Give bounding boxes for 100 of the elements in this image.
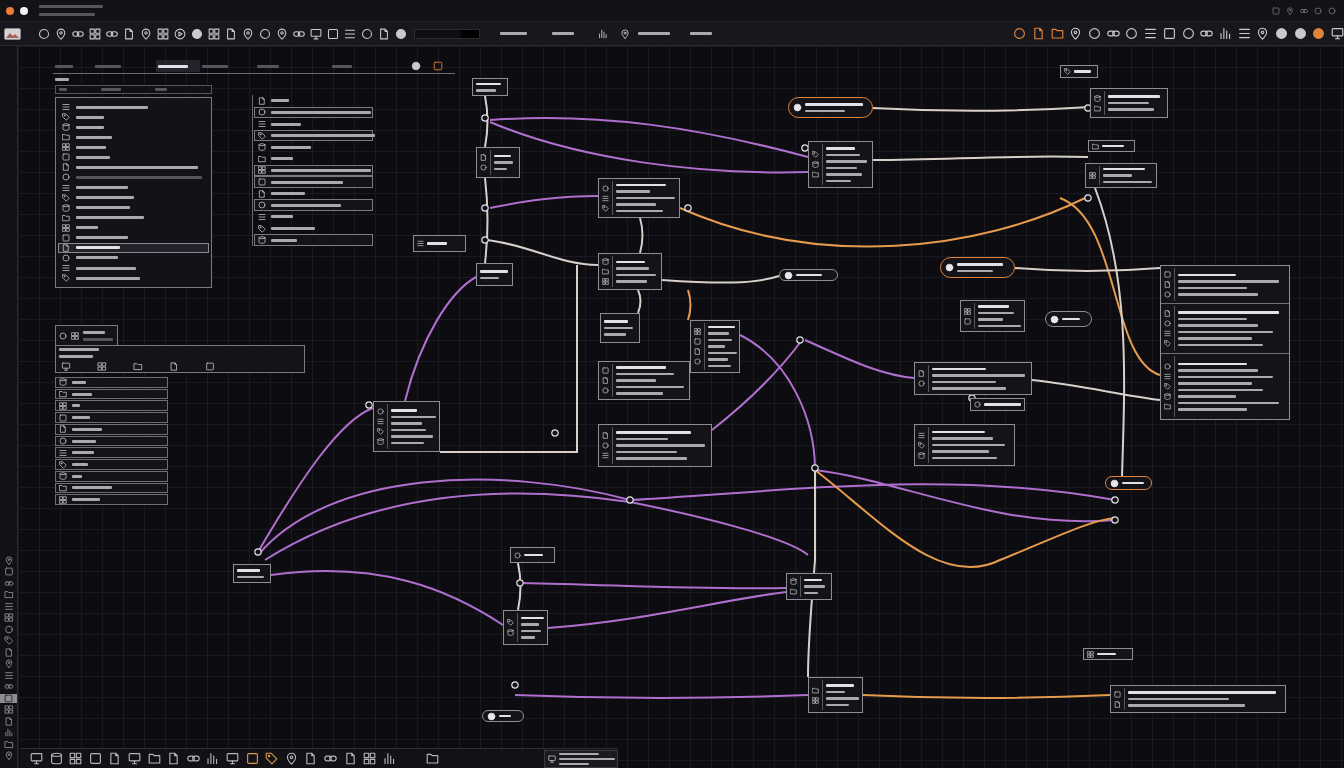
layer-row[interactable] <box>254 176 373 188</box>
dot-icon[interactable] <box>1274 27 1288 40</box>
port-icon[interactable] <box>511 681 519 689</box>
dot-icon[interactable] <box>1312 27 1326 40</box>
graph-node[interactable] <box>510 547 555 563</box>
graph-node[interactable] <box>1060 65 1098 78</box>
graph-node[interactable] <box>1105 476 1152 490</box>
graph-node[interactable] <box>476 147 520 178</box>
graph-node[interactable] <box>233 564 271 583</box>
list-icon[interactable] <box>3 670 14 680</box>
pin-icon[interactable] <box>1256 27 1270 40</box>
image-thumbnail-icon[interactable] <box>4 27 21 40</box>
square-icon[interactable] <box>0 693 17 703</box>
graph-node[interactable] <box>808 141 873 188</box>
port-icon[interactable] <box>1111 516 1119 524</box>
tag-icon[interactable] <box>3 636 14 645</box>
port-icon[interactable] <box>796 336 804 344</box>
grid-icon[interactable] <box>363 752 377 765</box>
link-icon[interactable] <box>1106 27 1120 40</box>
graph-node[interactable] <box>940 257 1015 278</box>
menu-button[interactable] <box>638 29 670 38</box>
square-icon[interactable] <box>245 752 259 765</box>
monitor-icon[interactable] <box>1331 27 1344 40</box>
grid-icon[interactable] <box>69 752 83 765</box>
graph-node[interactable] <box>914 362 1032 395</box>
circle-icon[interactable] <box>1088 27 1102 40</box>
graph-node[interactable] <box>600 313 640 343</box>
port-icon[interactable] <box>481 204 489 212</box>
port-icon[interactable] <box>811 464 819 472</box>
folder-icon[interactable] <box>1050 27 1064 40</box>
graph-node[interactable] <box>1160 265 1290 420</box>
asset-row[interactable] <box>55 447 168 459</box>
graph-node[interactable] <box>1090 88 1168 118</box>
window-control-icon[interactable] <box>20 6 28 15</box>
port-icon[interactable] <box>551 429 559 437</box>
circle-icon[interactable] <box>1181 27 1195 40</box>
pin-icon[interactable] <box>55 27 67 40</box>
bar-chart-icon[interactable] <box>1218 27 1232 40</box>
asset-row[interactable] <box>55 423 168 435</box>
folder-icon[interactable] <box>3 590 14 599</box>
port-icon[interactable] <box>516 579 524 587</box>
link-icon[interactable] <box>1200 27 1214 40</box>
menu-button[interactable] <box>552 29 574 38</box>
asset-row[interactable] <box>55 470 168 482</box>
menu-button[interactable] <box>500 29 527 38</box>
pin-icon[interactable] <box>620 28 630 39</box>
list-icon[interactable] <box>344 27 356 40</box>
monitor-icon[interactable] <box>225 752 239 765</box>
layer-row[interactable] <box>254 129 373 142</box>
monitor-icon[interactable] <box>59 361 73 371</box>
cylinder-icon[interactable] <box>49 752 63 765</box>
link-icon[interactable] <box>3 682 14 691</box>
square-icon[interactable] <box>88 752 102 765</box>
layer-row[interactable] <box>254 199 373 212</box>
document-icon[interactable] <box>3 716 14 726</box>
port-icon[interactable] <box>626 496 634 504</box>
graph-node[interactable] <box>690 320 740 373</box>
circle-icon[interactable] <box>361 27 373 40</box>
tag-icon[interactable] <box>265 752 279 765</box>
asset-row[interactable] <box>55 377 168 388</box>
document-icon[interactable] <box>378 27 390 40</box>
graph-node[interactable] <box>413 235 466 252</box>
list-icon[interactable] <box>1144 27 1158 40</box>
bar-chart-icon[interactable] <box>206 752 220 765</box>
folder-icon[interactable] <box>131 361 145 371</box>
bar-chart-icon[interactable] <box>382 752 396 765</box>
graph-node[interactable] <box>788 97 873 118</box>
list-item[interactable] <box>58 242 209 253</box>
port-icon[interactable] <box>801 144 809 152</box>
graph-node[interactable] <box>1088 140 1135 152</box>
monitor-icon[interactable] <box>30 752 43 765</box>
grid-icon[interactable] <box>95 361 109 371</box>
layer-row[interactable] <box>254 106 373 119</box>
link-icon[interactable] <box>323 752 337 765</box>
dot-icon[interactable] <box>395 27 407 40</box>
port-icon[interactable] <box>481 236 489 244</box>
tab[interactable] <box>156 60 200 72</box>
graph-node[interactable] <box>598 424 712 467</box>
bar-chart-icon[interactable] <box>598 28 608 39</box>
document-icon[interactable] <box>3 647 14 657</box>
graph-node[interactable] <box>914 424 1015 466</box>
port-icon[interactable] <box>481 114 489 122</box>
grid-icon[interactable] <box>3 705 14 714</box>
document-icon[interactable] <box>343 752 357 765</box>
graph-node[interactable] <box>476 263 513 286</box>
pin-icon[interactable] <box>1069 27 1083 40</box>
pin-icon[interactable] <box>242 27 254 40</box>
dot-icon[interactable] <box>1293 27 1307 40</box>
port-icon[interactable] <box>365 401 373 409</box>
grid-icon[interactable] <box>208 27 220 40</box>
circle-icon[interactable] <box>38 27 50 40</box>
pin-icon[interactable] <box>140 27 152 40</box>
document-icon[interactable] <box>123 27 135 40</box>
search-field[interactable] <box>55 85 212 94</box>
dot-icon[interactable] <box>411 61 421 71</box>
port-icon[interactable] <box>1084 194 1092 202</box>
port-icon[interactable] <box>684 204 692 212</box>
document-icon[interactable] <box>167 752 181 765</box>
grid-icon[interactable] <box>89 27 101 40</box>
graph-node[interactable] <box>373 401 440 452</box>
